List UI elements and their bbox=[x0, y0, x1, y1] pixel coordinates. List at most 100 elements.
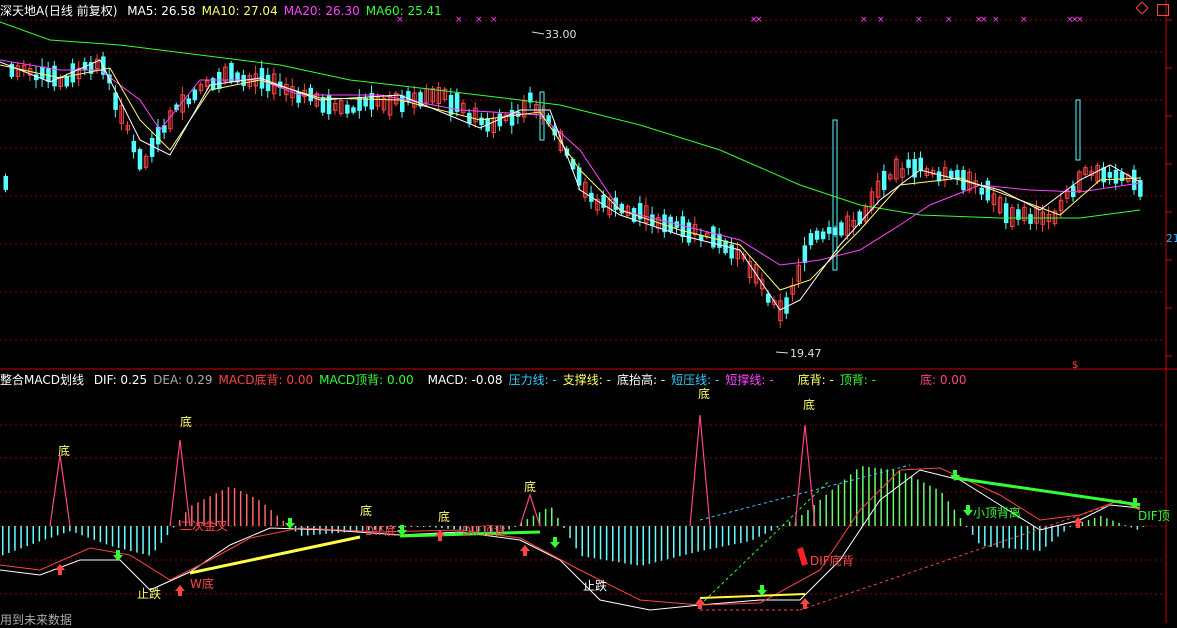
cross-marker: × bbox=[755, 15, 763, 25]
macd-histogram-bar bbox=[673, 526, 675, 558]
macd-histogram-bar bbox=[929, 485, 931, 526]
macd-histogram-bar bbox=[404, 526, 407, 528]
macd-histogram-bar bbox=[81, 526, 83, 536]
macd-histogram-bar bbox=[886, 469, 888, 526]
candlestick-series bbox=[3, 51, 1143, 328]
macd-histogram-bar bbox=[923, 482, 925, 526]
macd-histogram-bar bbox=[1069, 526, 1071, 527]
macd-histogram-bar bbox=[1020, 526, 1023, 550]
macd-histogram-bar bbox=[93, 526, 95, 540]
candle-body bbox=[985, 180, 991, 201]
macd-histogram-bar bbox=[752, 526, 754, 540]
small-top-divergence-label: 小顶背离 bbox=[973, 505, 1021, 520]
candle-body bbox=[229, 62, 234, 83]
candle-body bbox=[955, 170, 960, 180]
macd-field-4: MACD: -0.08 bbox=[427, 373, 503, 387]
candle-body bbox=[918, 157, 923, 172]
macd-histogram-bar bbox=[697, 526, 699, 552]
macd-histogram-bar bbox=[544, 508, 547, 526]
macd-field-9: 短撑线: - bbox=[725, 373, 774, 387]
macd-histogram-bar bbox=[770, 526, 773, 531]
chart-canvas[interactable]: × × × × ×× × × × × ×× × × ×××$ 33.0019.47底底底 底底底底止跌止跌… bbox=[0, 0, 1177, 623]
bottom-signal-spike bbox=[689, 414, 711, 527]
cross-marker: × bbox=[1020, 15, 1028, 25]
macd-histogram-bar bbox=[612, 526, 614, 562]
candle-body bbox=[113, 92, 118, 110]
candle-body bbox=[149, 137, 155, 157]
macd-histogram-bar bbox=[862, 466, 864, 526]
zhidie-label: 止跌 bbox=[583, 578, 607, 593]
macd-histogram-bar bbox=[831, 489, 834, 526]
macd-histogram-bar bbox=[526, 519, 529, 526]
macd-histogram-bar bbox=[807, 510, 809, 526]
cross-marker: × bbox=[945, 15, 953, 25]
macd-histogram-bar bbox=[258, 500, 260, 526]
macd-histogram-bar bbox=[441, 526, 443, 529]
macd-histogram-bar bbox=[715, 526, 718, 548]
moving-average-lines bbox=[0, 21, 1141, 311]
candle-body bbox=[454, 93, 460, 112]
macd-histogram-bar bbox=[300, 526, 303, 536]
macd-histogram-bar bbox=[136, 526, 138, 553]
macd-histogram-bar bbox=[849, 474, 852, 526]
cross-marker: × bbox=[490, 15, 498, 25]
macd-histogram-bar bbox=[630, 526, 632, 565]
down-arrow-icon bbox=[550, 537, 560, 548]
candle-body bbox=[619, 203, 625, 214]
macd-histogram-bar bbox=[307, 526, 309, 536]
macd-field-7: 底抬高: - bbox=[616, 373, 666, 387]
macd-histogram-bar bbox=[172, 526, 175, 528]
macd-histogram-bar bbox=[910, 476, 913, 526]
macd-histogram-bar bbox=[734, 526, 736, 545]
macd-histogram-bar bbox=[587, 526, 590, 558]
macd-panel-header: 整合MACD划线 DIF: 0.25 DEA: 0.29 MACD底背: 0.00 M… bbox=[0, 373, 979, 387]
candle-body bbox=[64, 75, 69, 87]
macd-histogram-bar bbox=[1124, 525, 1126, 527]
stock-title: 深天地A bbox=[0, 4, 45, 18]
candle-body bbox=[949, 170, 954, 178]
di-label: 底 bbox=[698, 386, 710, 401]
macd-histogram-bar bbox=[1136, 526, 1139, 530]
candle-body bbox=[351, 107, 356, 113]
macd-histogram-bar bbox=[666, 526, 669, 560]
macd-histogram-bar bbox=[679, 526, 681, 557]
high-price-label: 33.00 bbox=[545, 28, 577, 41]
macd-histogram-bar bbox=[270, 510, 272, 526]
dif-top-label: DIF顶 bbox=[1138, 509, 1170, 523]
macd-histogram-bar bbox=[1087, 520, 1090, 526]
macd-histogram-bar bbox=[953, 509, 956, 526]
macd-histogram-bar bbox=[746, 526, 748, 542]
candle-body bbox=[936, 171, 942, 182]
macd-histogram-bar bbox=[32, 526, 34, 544]
macd-histogram-bar bbox=[727, 526, 730, 546]
macd-histogram-bar bbox=[776, 526, 779, 528]
macd-histogram-bar bbox=[941, 492, 943, 526]
candle-body bbox=[369, 92, 374, 110]
cross-marker: × bbox=[915, 15, 923, 25]
macd-histogram-bar bbox=[569, 526, 571, 539]
window-box-icon[interactable] bbox=[1157, 4, 1169, 16]
macd-histogram-bar bbox=[1014, 526, 1017, 549]
candle-body bbox=[680, 216, 686, 238]
ma-indicator-3: MA60: 25.41 bbox=[365, 4, 442, 18]
macd-histogram-bar bbox=[429, 526, 431, 527]
candle-body bbox=[3, 175, 8, 190]
price-panel-header: 深天地A(日线 前复权) MA5: 26.58 MA10: 27.04 MA20: … bbox=[0, 4, 454, 18]
macd-histogram-bar bbox=[1032, 526, 1035, 551]
macd-histogram-bar bbox=[648, 526, 651, 564]
macd-histogram-bar bbox=[398, 526, 400, 528]
macd-histogram-bar bbox=[636, 526, 638, 566]
diamond-icon[interactable] bbox=[1136, 2, 1148, 14]
candle-body bbox=[979, 187, 984, 195]
bottom-signal-spike bbox=[49, 454, 71, 527]
macd-histogram-bar bbox=[99, 526, 102, 543]
chart-mode: (日线 前复权) bbox=[44, 4, 118, 18]
macd-histogram-bar bbox=[825, 494, 827, 526]
macd-histogram-bar bbox=[551, 507, 553, 526]
macd-field-8: 短压线: - bbox=[671, 373, 720, 387]
macd-histogram-bar bbox=[124, 526, 126, 550]
macd-histogram-bar bbox=[709, 526, 712, 550]
bottom-signal-spike bbox=[519, 493, 541, 527]
dif-divergence-label: DIF底背 bbox=[810, 553, 854, 568]
low-pointer bbox=[775, 351, 789, 354]
